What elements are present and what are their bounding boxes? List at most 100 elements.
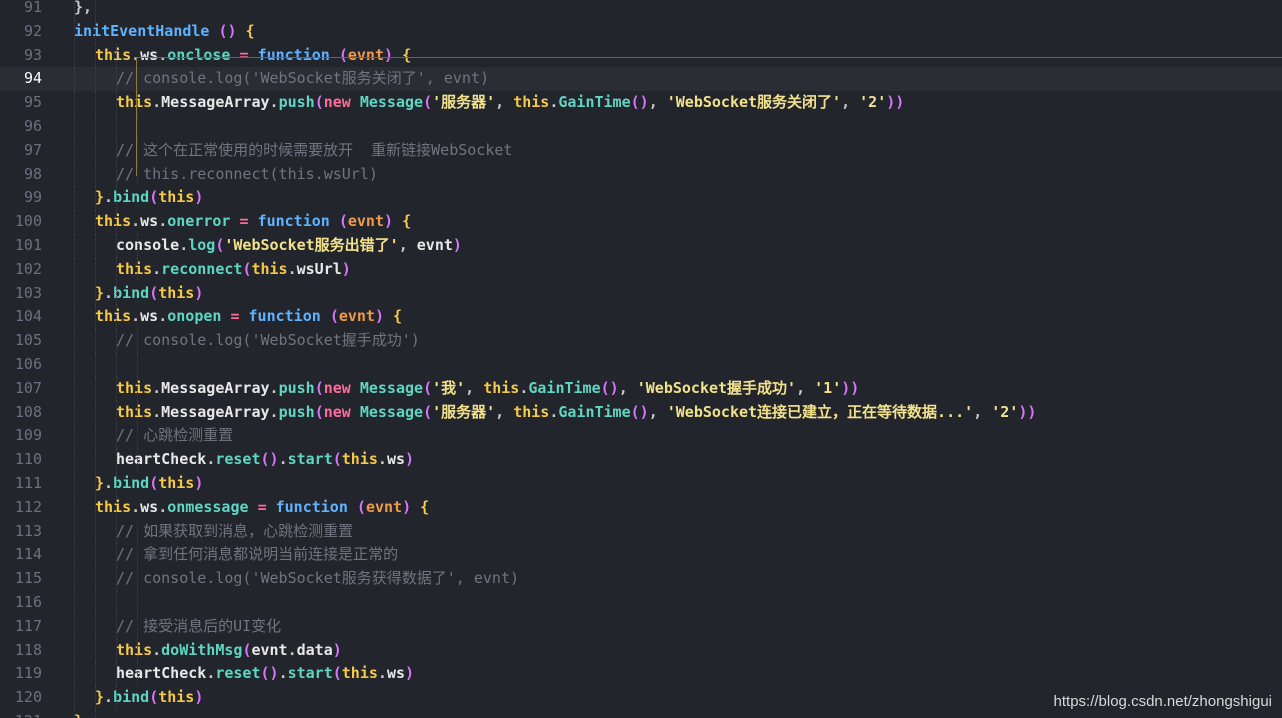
line-number: 103: [14, 283, 42, 302]
code-token: (: [338, 212, 348, 231]
code-token: (): [218, 21, 237, 40]
line-code: this.ws.onmessage = function (evnt) {: [95, 496, 429, 520]
code-line[interactable]: 91},: [0, 0, 1282, 20]
code-token: evnt: [338, 307, 375, 326]
code-token: }: [95, 688, 105, 707]
code-line[interactable]: 109 // 心跳检测重置: [0, 424, 1282, 449]
code-token: this: [513, 93, 550, 112]
code-token: .: [131, 497, 141, 516]
code-token: ws: [386, 664, 405, 683]
code-line[interactable]: 106: [0, 353, 1282, 377]
indent-guide: [116, 138, 117, 163]
code-line[interactable]: 98 // this.reconnect(this.wsUrl): [0, 162, 1282, 187]
indent-guide: [137, 424, 138, 449]
indent-guide: [116, 519, 117, 544]
code-line[interactable]: 110 heartCheck.reset().start(this.ws): [0, 448, 1282, 472]
indent-guide: [95, 400, 96, 425]
indent-guide: [116, 162, 117, 187]
indent-guide: [116, 591, 117, 615]
code-token: ,: [495, 402, 514, 421]
code-line[interactable]: 116: [0, 591, 1282, 615]
code-line[interactable]: 121}: [0, 710, 1282, 718]
code-token: (: [329, 307, 339, 326]
code-token: heartCheck: [116, 450, 207, 469]
indent-guide: [74, 638, 75, 663]
code-line[interactable]: 104 this.ws.onopen = function (evnt) {: [0, 305, 1282, 330]
indent-guide: [137, 257, 138, 282]
code-token: push: [278, 93, 315, 112]
line-code: this.MessageArray.push(new Message('服务器'…: [116, 91, 904, 115]
code-line[interactable]: 107 this.MessageArray.push(new Message('我…: [0, 376, 1282, 401]
code-line[interactable]: 105 // console.log('WebSocket握手成功'): [0, 329, 1282, 353]
string-token: '服务器': [432, 93, 496, 112]
code-token: ws: [386, 450, 405, 469]
line-number: 97: [23, 140, 42, 159]
code-line[interactable]: 99}.bind(this): [0, 186, 1282, 211]
code-token: onerror: [167, 212, 231, 231]
code-token: .: [278, 664, 288, 683]
code-line[interactable]: 115 // console.log('WebSocket服务获得数据了', ev…: [0, 567, 1282, 591]
code-line[interactable]: 96: [0, 115, 1282, 139]
code-line[interactable]: 114 // 拿到任何消息都说明当前连接是正常的: [0, 543, 1282, 568]
code-token: .: [158, 45, 168, 64]
code-token: GainTime: [528, 378, 601, 397]
indent-guide: [116, 115, 117, 139]
code-line[interactable]: 119 heartCheck.reset().start(this.ws): [0, 662, 1282, 687]
code-line[interactable]: 100 this.ws.onerror = function (evnt) {: [0, 210, 1282, 234]
indent-guide: [95, 115, 96, 139]
code-line[interactable]: 111 }.bind(this): [0, 472, 1282, 496]
code-token: =: [257, 497, 267, 516]
indent-guide: [137, 662, 138, 687]
code-token: =: [239, 45, 249, 64]
code-line[interactable]: 97 // 这个在正常使用的时候需要放开 重新链接WebSocket: [0, 138, 1282, 163]
line-number: 118: [14, 640, 42, 659]
indent-guide: [95, 138, 96, 163]
code-token: new: [323, 93, 351, 112]
indent-guide: [116, 543, 117, 568]
code-token: this: [158, 688, 195, 707]
code-line[interactable]: 118 this.doWithMsg(evnt.data): [0, 638, 1282, 663]
code-token: Message: [359, 402, 424, 421]
indent-guide: [95, 281, 96, 306]
code-line[interactable]: 102 this.reconnect(this.wsUrl): [0, 257, 1282, 282]
indent-guide: [116, 186, 117, 211]
code-token: bind: [113, 688, 150, 707]
line-code: // console.log('WebSocket服务关闭了', evnt): [116, 67, 489, 91]
code-token: (: [423, 378, 433, 397]
code-token: this: [95, 307, 132, 326]
code-line[interactable]: 101 console.log('WebSocket服务出错了', evnt): [0, 234, 1282, 258]
code-token: MessageArray: [161, 402, 270, 421]
indent-guide: [116, 638, 117, 663]
line-code: this.reconnect(this.wsUrl): [116, 258, 351, 282]
indent-guide: [74, 186, 75, 211]
string-token: '我': [432, 378, 466, 397]
code-editor[interactable]: 91}, 92 initEventHandle () {93 this.ws.oncl…: [0, 0, 1282, 718]
indent-guide: [74, 19, 75, 44]
code-line[interactable]: 95 this.MessageArray.push(new Message('服务…: [0, 91, 1282, 115]
code-token: onmessage: [167, 497, 249, 516]
line-number: 93: [23, 45, 42, 64]
code-line[interactable]: 112 this.ws.onmessage = function (evnt) {: [0, 495, 1282, 520]
code-line[interactable]: 113 // 如果获取到消息，心跳检测重置: [0, 519, 1282, 544]
code-token: .: [377, 664, 387, 683]
code-line[interactable]: 103}.bind(this): [0, 281, 1282, 306]
code-line[interactable]: 93 this.ws.onclose = function (evnt) {: [0, 43, 1282, 68]
code-token: reconnect: [161, 259, 243, 278]
indent-guide: [116, 472, 117, 496]
indent-guide: [74, 305, 75, 330]
indent-guide: [116, 43, 117, 68]
line-code: this.ws.onopen = function (evnt) {: [95, 305, 402, 329]
code-line[interactable]: 94 // console.log('WebSocket服务关闭了', evnt): [0, 67, 1282, 92]
line-number: 111: [14, 474, 42, 492]
line-code: this.ws.onerror = function (evnt) {: [95, 210, 411, 234]
line-code: }.bind(this): [95, 472, 203, 496]
code-line[interactable]: 117 // 接受消息后的UI变化: [0, 614, 1282, 639]
line-code: this.ws.onclose = function (evnt) {: [95, 44, 411, 68]
comment-token: // console.log('WebSocket服务关闭了', evnt): [116, 69, 490, 88]
indent-guide: [74, 43, 75, 68]
code-line[interactable]: 108 this.MessageArray.push(new Message('服…: [0, 400, 1282, 425]
indent-guide: [116, 353, 117, 377]
code-line[interactable]: 92 initEventHandle () {: [0, 19, 1282, 44]
